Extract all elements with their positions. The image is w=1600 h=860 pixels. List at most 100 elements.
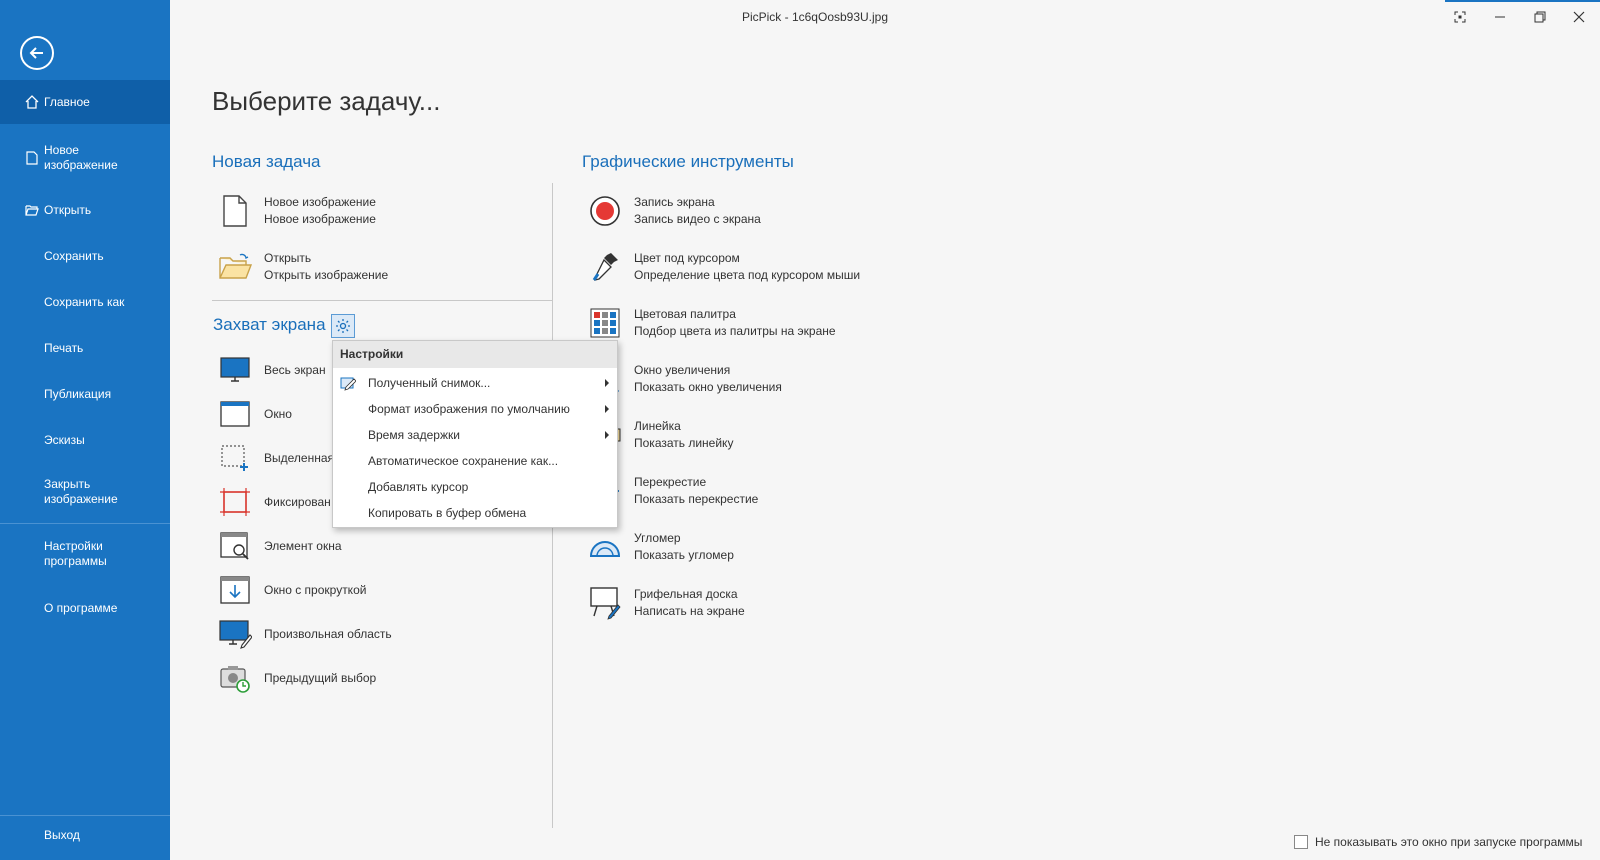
gear-icon (336, 319, 350, 333)
record-icon (588, 194, 622, 228)
item-subtitle: Показать перекрестие (634, 492, 759, 506)
title-accent-line (1445, 0, 1600, 2)
sidebar-item-save[interactable]: Сохранить (0, 246, 170, 266)
window-title: PicPick - 1c6qOosb93U.jpg (741, 10, 889, 24)
sidebar-item-home[interactable]: Главное (0, 80, 170, 124)
submenu-arrow-icon (605, 379, 609, 387)
capture-settings-menu: Настройки Полученный снимок... Формат из… (332, 340, 618, 528)
item-label: Окно с прокруткой (264, 582, 367, 597)
sidebar-item-label: О программе (44, 600, 118, 615)
capture-fullscreen-item[interactable]: Весь экран (218, 353, 326, 387)
item-title: Перекрестие (634, 475, 707, 489)
capture-region-item[interactable]: Выделенная (218, 441, 334, 475)
item-label: Фиксирован (264, 494, 331, 509)
item-label: Элемент окна (264, 538, 342, 553)
capture-scroll-item[interactable]: Окно с прокруткой (218, 573, 366, 607)
menu-item-label: Формат изображения по умолчанию (368, 402, 570, 416)
whiteboard-icon (588, 586, 622, 620)
menu-item-default-format[interactable]: Формат изображения по умолчанию (333, 397, 617, 421)
sidebar-item-label: Выход (44, 827, 80, 842)
home-icon (24, 94, 40, 110)
tool-protractor[interactable]: Угломер Показать угломер (588, 530, 734, 564)
capture-previous-item[interactable]: Предыдущий выбор (218, 661, 376, 695)
capture-window-element-item[interactable]: Элемент окна (218, 529, 342, 563)
menu-item-captured-image[interactable]: Полученный снимок... (333, 371, 617, 395)
sidebar-item-close-image[interactable]: Закрыть изображение (0, 474, 170, 510)
item-subtitle: Подбор цвета из палитры на экране (634, 324, 836, 338)
sidebar-item-label: Публикация (44, 386, 112, 401)
selection-icon (218, 441, 252, 475)
item-subtitle: Новое изображение (264, 212, 376, 226)
window-element-icon (218, 529, 252, 563)
tool-screen-record[interactable]: Запись экрана Запись видео с экрана (588, 194, 761, 228)
restore-button[interactable] (1528, 5, 1552, 29)
arrow-left-icon (29, 47, 43, 59)
item-subtitle: Написать на экране (634, 604, 745, 618)
sidebar-item-about[interactable]: О программе (0, 598, 170, 618)
new-file-icon (24, 150, 40, 166)
item-label: Выделенная (264, 450, 335, 465)
item-subtitle: Запись видео с экрана (634, 212, 761, 226)
section-divider (212, 300, 552, 301)
open-item[interactable]: Открыть Открыть изображение (218, 250, 388, 284)
dont-show-checkbox[interactable]: Не показывать это окно при запуске прогр… (1294, 835, 1582, 849)
menu-item-copy-clipboard[interactable]: Копировать в буфер обмена (333, 501, 617, 525)
sidebar-item-publish[interactable]: Публикация (0, 384, 170, 404)
item-title: Линейка (634, 419, 681, 433)
close-button[interactable] (1567, 5, 1591, 29)
capture-settings-button[interactable] (331, 314, 355, 338)
sidebar-item-thumbnails[interactable]: Эскизы (0, 430, 170, 450)
protractor-icon (588, 530, 622, 564)
item-label: Предыдущий выбор (264, 670, 377, 685)
menu-item-label: Время задержки (368, 428, 460, 442)
page-title: Выберите задачу... (212, 86, 441, 116)
eyedropper-icon (588, 250, 622, 284)
minimize-icon (1495, 16, 1505, 18)
item-title: Новое изображение (264, 195, 376, 209)
new-task-title: Новая задача (212, 152, 321, 171)
tool-color-palette[interactable]: Цветовая палитра Подбор цвета из палитры… (588, 306, 836, 340)
item-subtitle: Показать окно увеличения (634, 380, 782, 394)
sidebar-item-label: Сохранить (44, 248, 104, 263)
capture-icon (1454, 11, 1466, 23)
menu-item-delay[interactable]: Время задержки (333, 423, 617, 447)
item-subtitle: Показать угломер (634, 548, 734, 562)
palette-icon (588, 306, 622, 340)
capture-fixed-item[interactable]: Фиксирован (218, 485, 331, 519)
sidebar-item-new-image[interactable]: Новое изображение (0, 140, 170, 176)
tools-title: Графические инструменты (582, 152, 794, 171)
sidebar-item-label: Настройки программы (44, 539, 107, 568)
checkbox-box[interactable] (1294, 835, 1308, 849)
minimize-button[interactable] (1488, 5, 1512, 29)
item-label: Произвольная область (264, 626, 392, 641)
sidebar-item-program-settings[interactable]: Настройки программы (0, 536, 170, 572)
restore-icon (1534, 11, 1546, 23)
menu-item-label: Полученный снимок... (368, 376, 491, 390)
sidebar-item-open[interactable]: Открыть (0, 200, 170, 220)
tool-color-picker[interactable]: Цвет под курсором Определение цвета под … (588, 250, 860, 284)
scroll-window-icon (218, 573, 252, 607)
submenu-arrow-icon (605, 405, 609, 413)
menu-item-autosave[interactable]: Автоматическое сохранение как... (333, 449, 617, 473)
capture-window-item[interactable]: Окно (218, 397, 292, 431)
sidebar-item-print[interactable]: Печать (0, 338, 170, 358)
item-label: Окно (264, 406, 292, 421)
back-button[interactable] (20, 36, 54, 70)
item-subtitle: Определение цвета под курсором мыши (634, 268, 861, 282)
edit-image-icon (340, 377, 356, 391)
capture-window-button[interactable] (1448, 5, 1472, 29)
window-icon (218, 397, 252, 431)
sidebar-item-label: Сохранить как (44, 294, 125, 309)
item-title: Цветовая палитра (634, 307, 736, 321)
tool-whiteboard[interactable]: Грифельная доска Написать на экране (588, 586, 745, 620)
sidebar-item-save-as[interactable]: Сохранить как (0, 292, 170, 312)
freehand-icon (218, 617, 252, 651)
sidebar-item-exit[interactable]: Выход (0, 825, 170, 845)
menu-item-add-cursor[interactable]: Добавлять курсор (333, 475, 617, 499)
item-title: Грифельная доска (634, 587, 738, 601)
sidebar-item-label: Главное (44, 94, 90, 109)
capture-freehand-item[interactable]: Произвольная область (218, 617, 392, 651)
new-image-item[interactable]: Новое изображение Новое изображение (218, 194, 376, 228)
item-subtitle: Открыть изображение (264, 268, 389, 282)
sidebar-item-label: Эскизы (44, 432, 85, 447)
